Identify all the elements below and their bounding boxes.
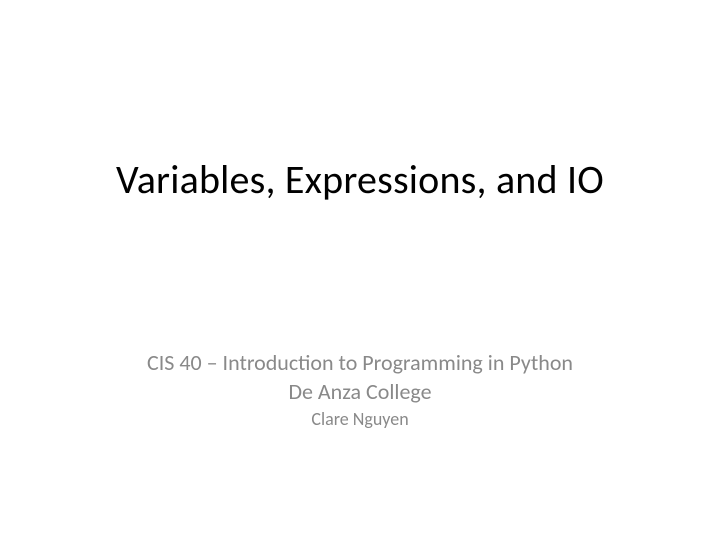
subtitle-block: CIS 40 – Introduction to Programming in … bbox=[147, 349, 573, 432]
slide-container: Variables, Expressions, and IO CIS 40 – … bbox=[0, 0, 720, 540]
author-name: Clare Nguyen bbox=[147, 408, 573, 431]
slide-title: Variables, Expressions, and IO bbox=[116, 155, 604, 204]
college-name: De Anza College bbox=[147, 378, 573, 407]
course-name: CIS 40 – Introduction to Programming in … bbox=[147, 349, 573, 378]
